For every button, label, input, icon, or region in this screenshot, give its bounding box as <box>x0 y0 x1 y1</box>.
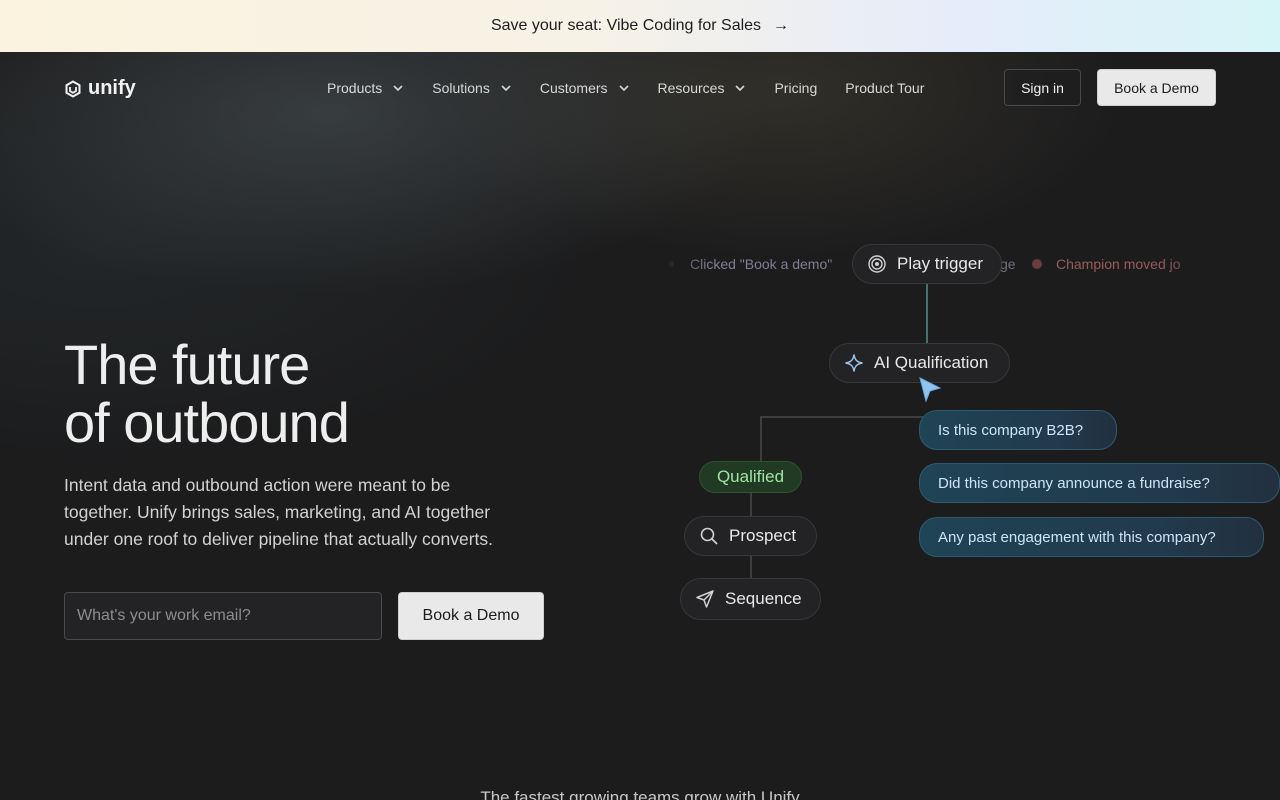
connector-lines <box>750 284 928 578</box>
node-label: Sequence <box>725 589 802 608</box>
ticker-event-right: Champion moved jo <box>1032 250 1181 278</box>
qualification-question: Any past engagement with this company? <box>919 517 1264 557</box>
target-icon <box>868 255 886 273</box>
ticker-text: ge <box>1000 256 1016 272</box>
sequence-node: Sequence <box>680 578 821 620</box>
ticker-fade-left <box>650 246 710 282</box>
sparkle-icon <box>845 354 863 372</box>
qualification-question: Did this company announce a fundraise? <box>919 463 1280 503</box>
cursor-pointer-icon <box>919 377 942 403</box>
search-icon <box>700 527 718 545</box>
ticker-text: Clicked "Book a demo" <box>690 256 833 272</box>
ticker-fade-right <box>1160 246 1240 282</box>
node-label: AI Qualification <box>874 353 989 372</box>
ticker-event-mid: ge <box>1000 250 1016 278</box>
workflow-diagram: Clicked "Book a demo" ge Champion moved … <box>0 0 1280 800</box>
qualification-question: Is this company B2B? <box>919 410 1117 450</box>
node-label: Play trigger <box>897 254 983 273</box>
qualified-badge: Qualified <box>699 461 802 493</box>
play-trigger-node: Play trigger <box>852 244 1002 284</box>
node-label: Prospect <box>729 526 797 545</box>
status-dot <box>1032 259 1042 269</box>
prospect-node: Prospect <box>684 516 817 556</box>
send-icon <box>696 590 714 608</box>
customers-heading: The fastest growing teams grow with Unif… <box>480 788 800 800</box>
